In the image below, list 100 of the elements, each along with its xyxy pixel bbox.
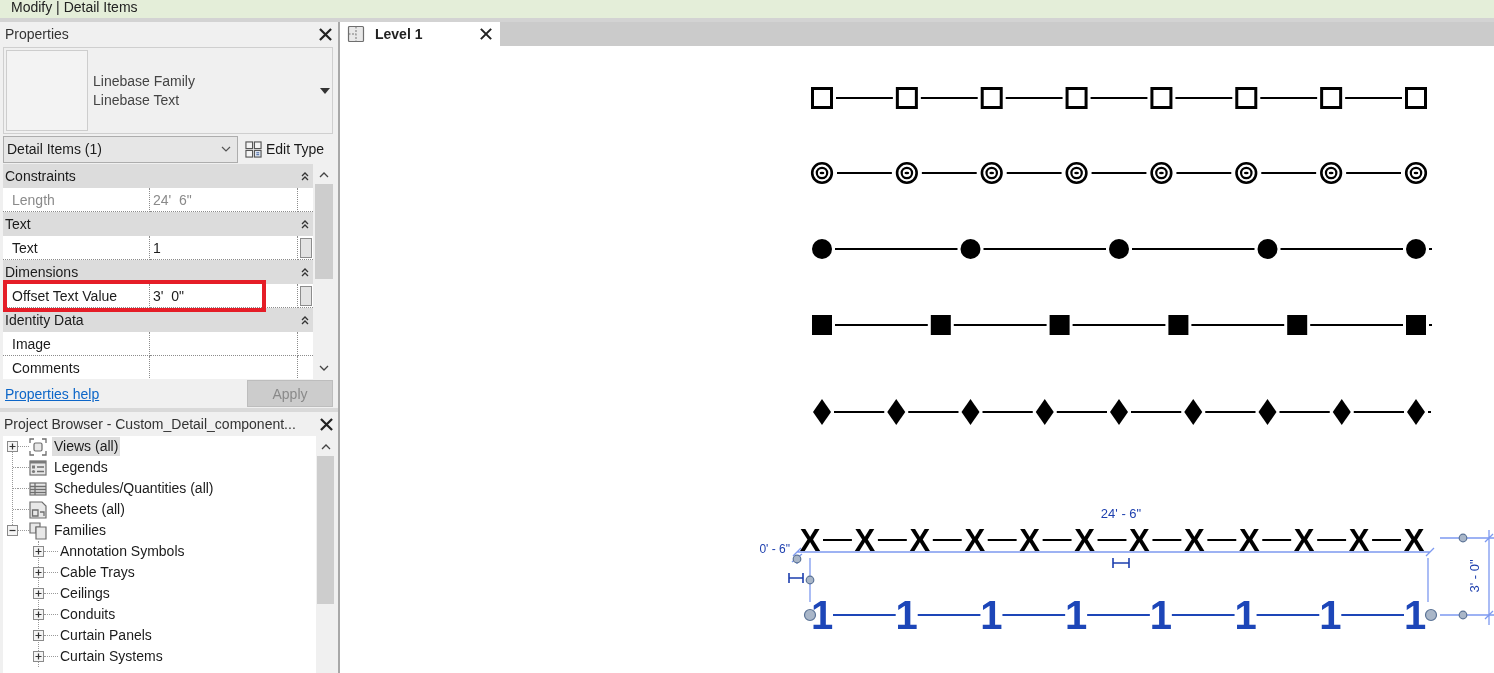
plus-box-icon[interactable] <box>33 546 44 557</box>
concentric-circle-marker <box>980 161 1003 185</box>
tree-item[interactable]: Sheets (all) <box>52 500 127 519</box>
tree-item[interactable]: Views (all) <box>52 437 121 456</box>
tree-item[interactable]: Conduits <box>58 605 118 624</box>
dimension-text[interactable]: 3' - 0" <box>1466 559 1482 593</box>
property-label: Comments <box>3 356 150 379</box>
context-tab-title[interactable]: Modify | Detail Items <box>11 0 138 15</box>
hollow-square-marker <box>895 87 918 109</box>
witness-line <box>809 557 811 603</box>
concentric-circle-marker <box>1235 161 1258 185</box>
witness-line <box>1427 557 1429 603</box>
line-text: X <box>1129 522 1150 558</box>
scrollbar-thumb[interactable] <box>317 456 334 604</box>
line-text: 1 <box>1065 593 1088 637</box>
property-group-header[interactable]: Constraints <box>3 164 313 188</box>
diamond-marker <box>961 399 980 425</box>
span-handle-icon[interactable] <box>1112 557 1130 569</box>
hollow-square-marker <box>811 87 833 109</box>
witness-line <box>1439 537 1494 539</box>
scroll-down-icon[interactable] <box>319 365 329 371</box>
plus-box-icon[interactable] <box>33 588 44 599</box>
tree-item[interactable]: Curtain Panels <box>58 626 154 645</box>
dot-marker <box>812 239 832 259</box>
hollow-square-marker <box>980 87 1003 109</box>
diamond-marker <box>887 399 906 425</box>
line-text: X <box>1293 522 1315 558</box>
dot-marker <box>960 239 981 259</box>
concentric-circle-marker <box>1320 161 1343 185</box>
plus-box-icon[interactable] <box>33 609 44 620</box>
concentric-circle-marker <box>810 161 834 185</box>
grid-icon <box>245 140 262 158</box>
scroll-up-icon[interactable] <box>319 172 329 178</box>
grip-handle[interactable] <box>805 575 815 585</box>
filled-square-marker <box>1049 315 1070 335</box>
sheet-icon <box>29 500 47 519</box>
dimension-text[interactable]: 24' - 6" <box>1100 506 1142 521</box>
line-text: 1 <box>1319 593 1342 637</box>
line-text: 1 <box>810 593 834 637</box>
grip-handle[interactable] <box>1458 610 1468 620</box>
grip-handle[interactable] <box>1458 533 1468 543</box>
property-group-header[interactable]: Text <box>3 212 313 236</box>
tree-item[interactable]: Cable Trays <box>58 563 137 582</box>
help-link[interactable]: Properties help <box>5 385 100 402</box>
scroll-up-icon[interactable] <box>321 444 331 450</box>
line-text: X <box>854 522 876 558</box>
table-icon <box>29 479 47 498</box>
dot-marker <box>1257 239 1278 259</box>
diamond-marker <box>1258 399 1277 425</box>
tree-item[interactable]: Annotation Symbols <box>58 542 187 561</box>
hollow-square-marker <box>1150 87 1173 109</box>
diamond-marker <box>1035 399 1054 425</box>
plus-box-icon[interactable] <box>7 441 18 452</box>
category-dropdown[interactable]: Detail Items (1) <box>3 135 238 163</box>
line-text: X <box>799 522 821 558</box>
line-text: X <box>1238 522 1260 558</box>
hollow-square-marker <box>1065 87 1088 109</box>
associate-parameter-button[interactable] <box>299 237 312 258</box>
type-selector[interactable]: Linebase Family Linebase Text <box>3 47 333 134</box>
overlapping-squares-icon <box>29 521 47 540</box>
diamond-marker <box>1407 399 1425 425</box>
span-handle-icon[interactable] <box>788 572 804 584</box>
tree-item[interactable]: Families <box>52 521 109 540</box>
tree-item[interactable]: Ceilings <box>58 584 112 603</box>
line-text: X <box>1184 522 1205 558</box>
line-text: X <box>1074 522 1095 558</box>
filled-square-marker <box>1287 315 1308 335</box>
filled-square-marker <box>1168 315 1189 335</box>
concentric-circle-marker <box>1150 161 1173 185</box>
filled-square-marker <box>930 315 951 335</box>
associate-parameter-button[interactable] <box>299 285 312 306</box>
plus-box-icon[interactable] <box>33 651 44 662</box>
panel-title: Project Browser - Custom_Detail_component... <box>4 416 296 432</box>
double-chevron-icon <box>301 219 309 229</box>
viewfinder-icon <box>29 437 47 456</box>
tree-item[interactable]: Curtain Systems <box>58 647 165 666</box>
view-tab[interactable]: Level 1 <box>340 22 500 46</box>
line-text: 1 <box>1403 593 1427 637</box>
type-name: Linebase Text <box>93 92 181 108</box>
line-text: 1 <box>895 593 918 637</box>
close-icon[interactable] <box>480 28 492 40</box>
hollow-square-marker <box>1235 87 1258 109</box>
scrollbar-thumb[interactable] <box>315 184 333 279</box>
edit-type-button[interactable]: Edit Type <box>243 135 325 163</box>
grip-handle[interactable] <box>1424 608 1438 622</box>
tree-item[interactable]: Legends <box>52 458 110 477</box>
grip-handle[interactable] <box>792 554 802 564</box>
plus-box-icon[interactable] <box>33 567 44 578</box>
filled-square-marker <box>812 315 832 335</box>
close-icon[interactable] <box>319 27 332 41</box>
close-icon[interactable] <box>320 417 333 431</box>
panel-title: Properties <box>5 26 69 42</box>
dimension-text[interactable]: 0' - 6" <box>759 542 790 556</box>
diamond-marker <box>813 399 831 425</box>
witness-line <box>1439 614 1494 616</box>
chevron-down-icon <box>221 146 231 152</box>
tree-item[interactable]: Schedules/Quantities (all) <box>52 479 216 498</box>
plus-box-icon[interactable] <box>33 630 44 641</box>
minus-box-icon[interactable] <box>7 525 18 536</box>
filled-square-marker <box>1406 315 1426 335</box>
